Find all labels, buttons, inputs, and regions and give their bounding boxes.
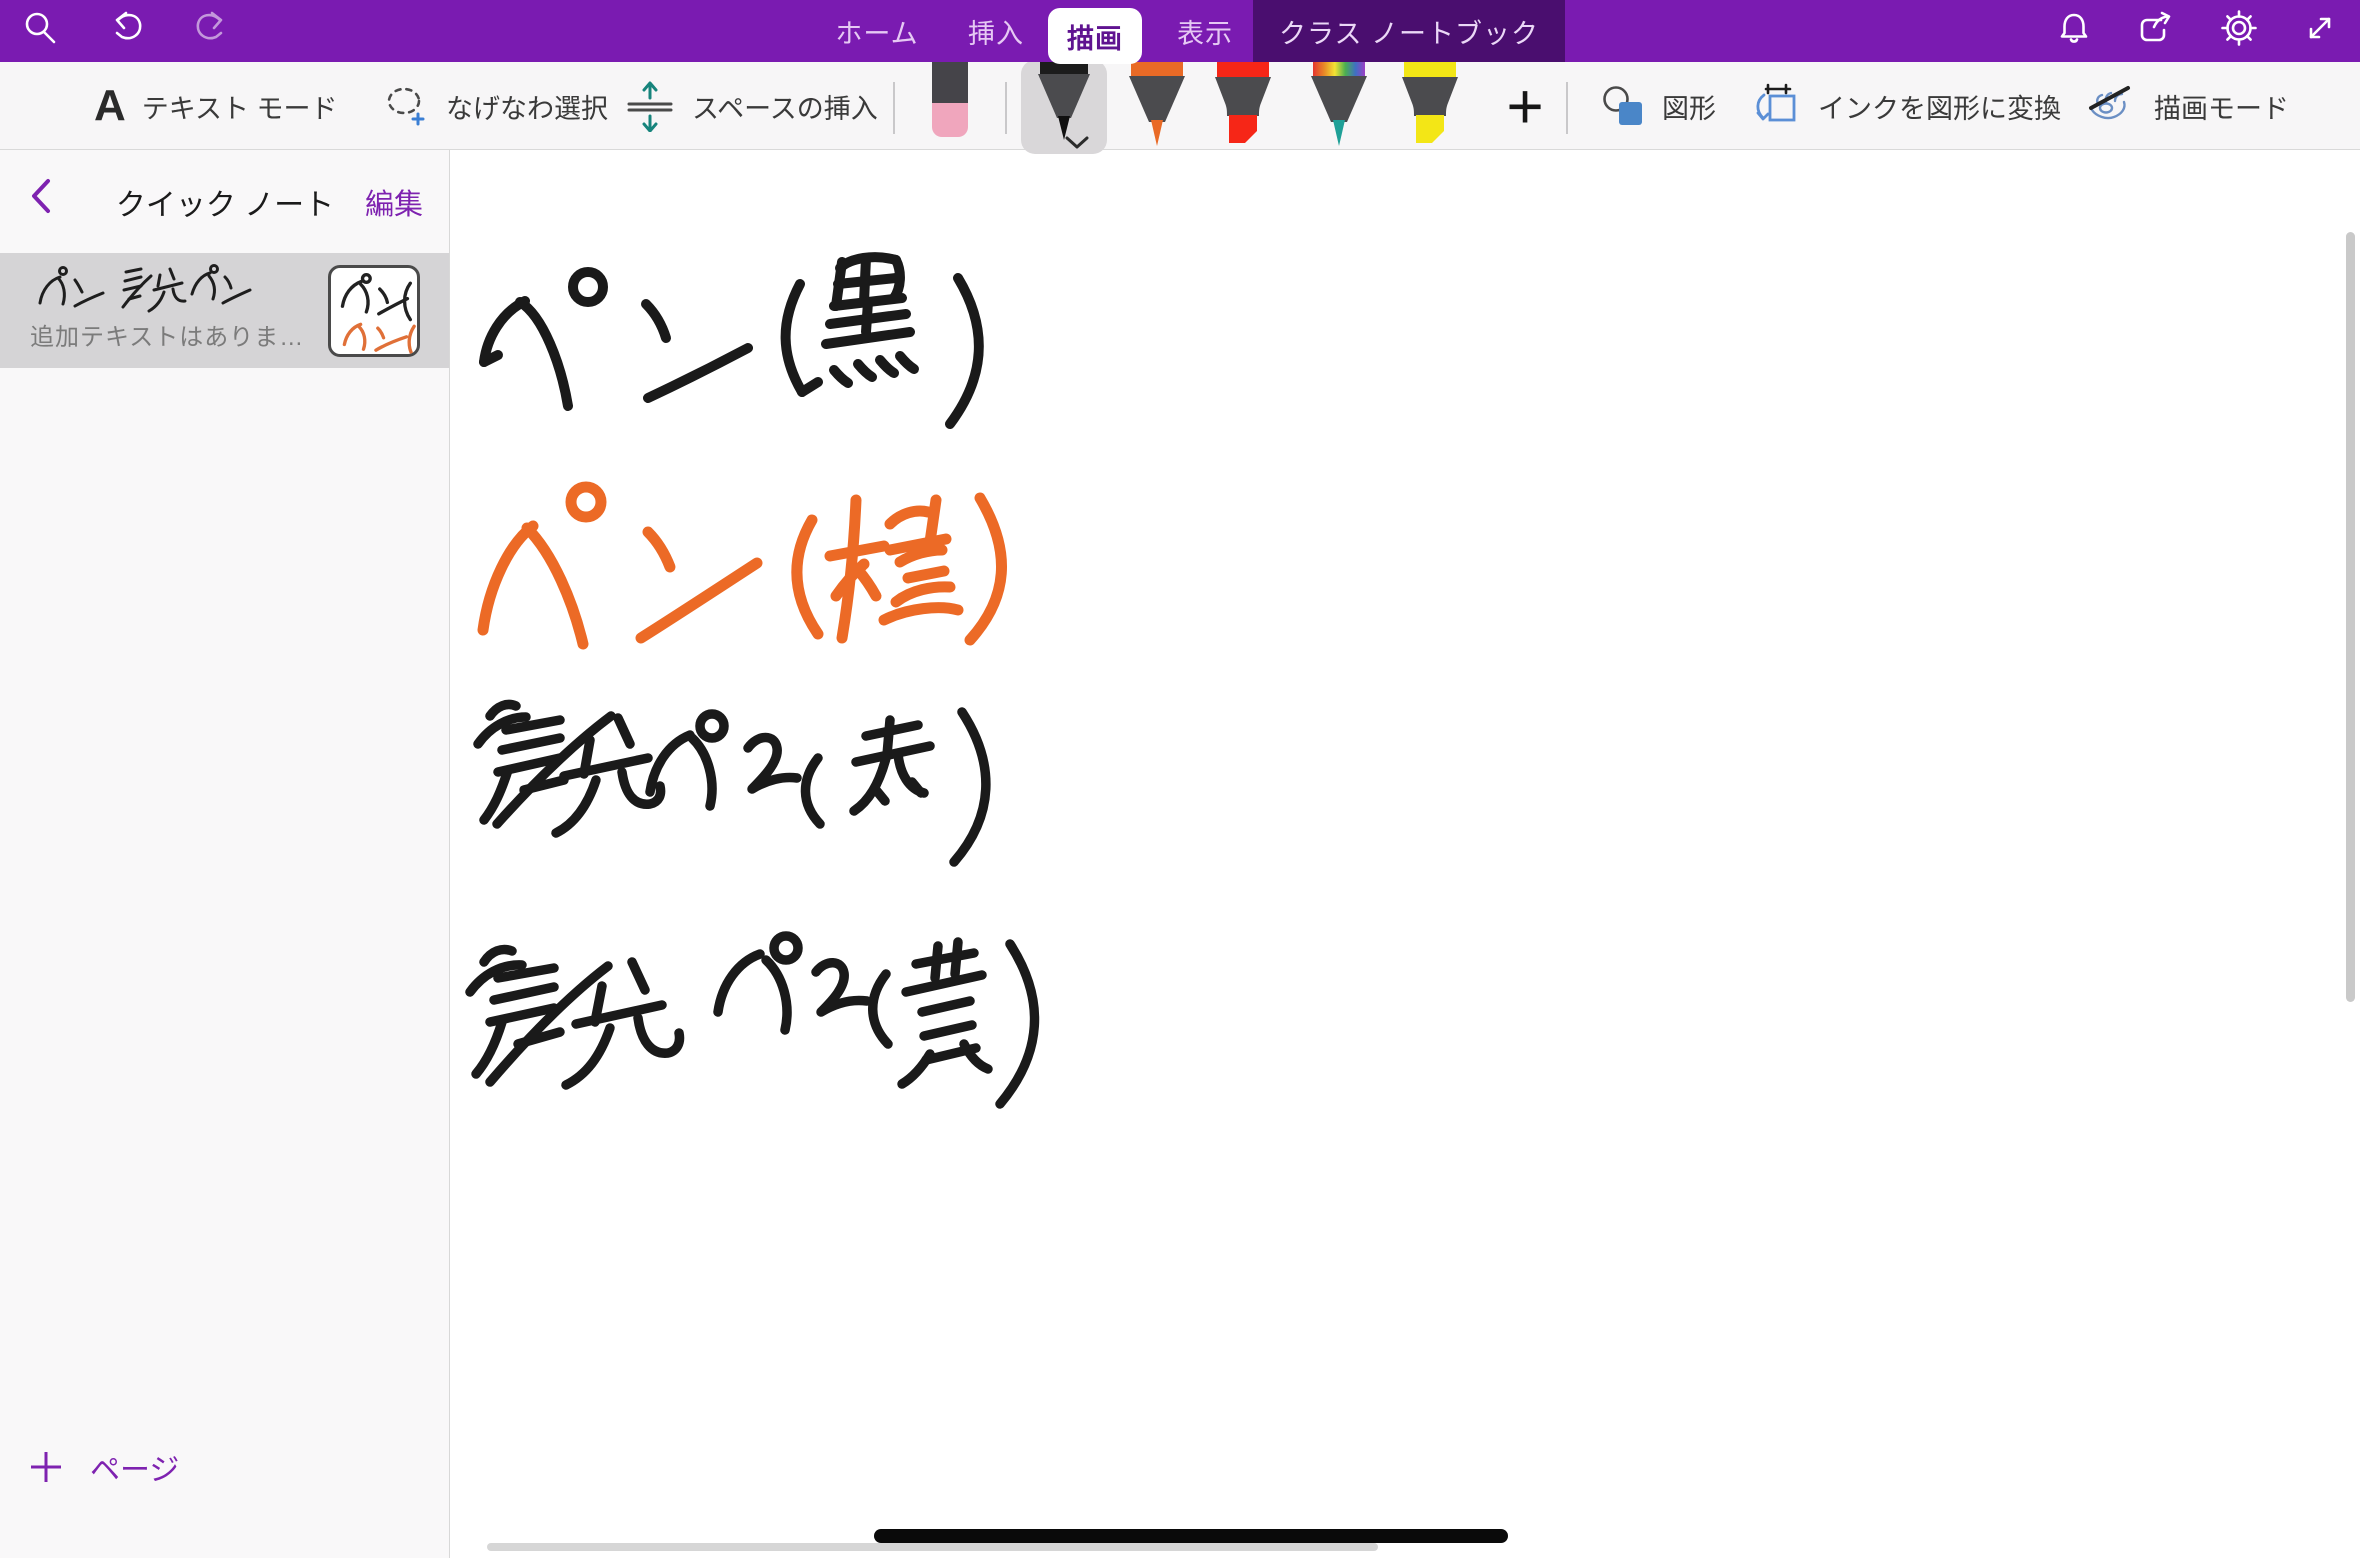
toolbar-divider [893,82,895,134]
ink-to-shape-label: インクを図形に変換 [1818,87,2061,126]
home-indicator-bar[interactable] [874,1529,1508,1543]
tab-home[interactable]: ホーム [832,0,922,62]
shapes-label: 図形 [1662,87,1716,126]
black-pen-icon [1035,60,1093,142]
vertical-scrollbar[interactable] [2346,232,2355,1002]
ink-line-pen-black [484,257,979,424]
search-icon[interactable] [18,6,62,50]
shapes-button[interactable]: 図形 [1600,62,1716,150]
redo-icon[interactable] [188,6,232,50]
settings-gear-icon[interactable] [2217,6,2261,50]
notifications-bell-icon[interactable] [2052,6,2096,50]
pen-orange[interactable] [1128,62,1186,153]
highlighter-yellow[interactable] [1400,62,1460,153]
text-mode-button[interactable]: A テキスト モード [94,62,337,150]
share-icon[interactable] [2133,6,2177,50]
undo-icon[interactable] [106,6,150,50]
insert-space-icon [624,80,676,132]
ink-to-shape-button[interactable]: インクを図形に変換 [1752,62,2061,150]
page-list-item-selected[interactable]: 追加テキストはありま… [0,253,449,368]
top-app-bar: ホーム 挿入 描画 表示 クラス ノートブック [0,0,2360,62]
lasso-icon [380,81,430,131]
insert-space-label: スペースの挿入 [692,87,878,126]
edit-button[interactable]: 編集 [365,181,423,223]
hand-drawing-icon [2086,80,2138,132]
pen-black-selected[interactable] [1021,60,1107,154]
toolbar-divider [1005,82,1007,134]
tab-draw[interactable]: 描画 [1048,8,1142,64]
lasso-select-label: なげなわ選択 [446,87,608,126]
ink-line-pen-orange [483,487,1002,644]
highlighter-red[interactable] [1214,62,1272,153]
toolbar-divider [1566,82,1568,134]
draw-mode-label: 描画モード [2154,87,2289,126]
page-thumbnail [328,265,420,357]
onenote-draw-screen: { "top_bar": { "background_color": "#7A1… [0,0,2360,1558]
ink-to-shape-icon [1752,81,1802,131]
pen-rainbow[interactable] [1310,62,1368,153]
tab-insert[interactable]: 挿入 [956,0,1036,62]
page-subtitle: 追加テキストはありま… [30,317,304,352]
note-canvas[interactable] [450,150,2360,1558]
horizontal-scrollbar[interactable] [487,1543,1378,1551]
text-mode-label: テキスト モード [142,87,338,126]
page-list-sidebar: クイック ノート 編集 追加テキストはありま… [0,150,450,1558]
add-pen-button[interactable]: + [1495,62,1555,150]
page-title-ink [34,261,254,319]
eraser-tool[interactable] [930,62,970,145]
ink-line-highlighter-yellow [470,936,1056,1104]
ink-layer [450,150,2360,1558]
add-page-button[interactable]: ページ [28,1445,179,1489]
tab-class-notebook[interactable]: クラス ノートブック [1253,0,1565,62]
lasso-select-button[interactable]: なげなわ選択 [380,62,608,150]
plus-icon [28,1449,64,1485]
letter-a-icon: A [94,84,126,128]
ink-line-highlighter-red [478,704,1042,862]
chevron-down-icon[interactable] [1063,136,1091,150]
expand-icon[interactable] [2298,6,2342,50]
draw-toolbar: A テキスト モード なげなわ選択 スペースの挿入 [0,62,2360,150]
shapes-icon [1600,83,1646,129]
tab-view[interactable]: 表示 [1168,0,1242,62]
add-page-label: ページ [90,1445,179,1489]
draw-mode-button[interactable]: 描画モード [2086,62,2289,150]
insert-space-button[interactable]: スペースの挿入 [624,62,878,150]
